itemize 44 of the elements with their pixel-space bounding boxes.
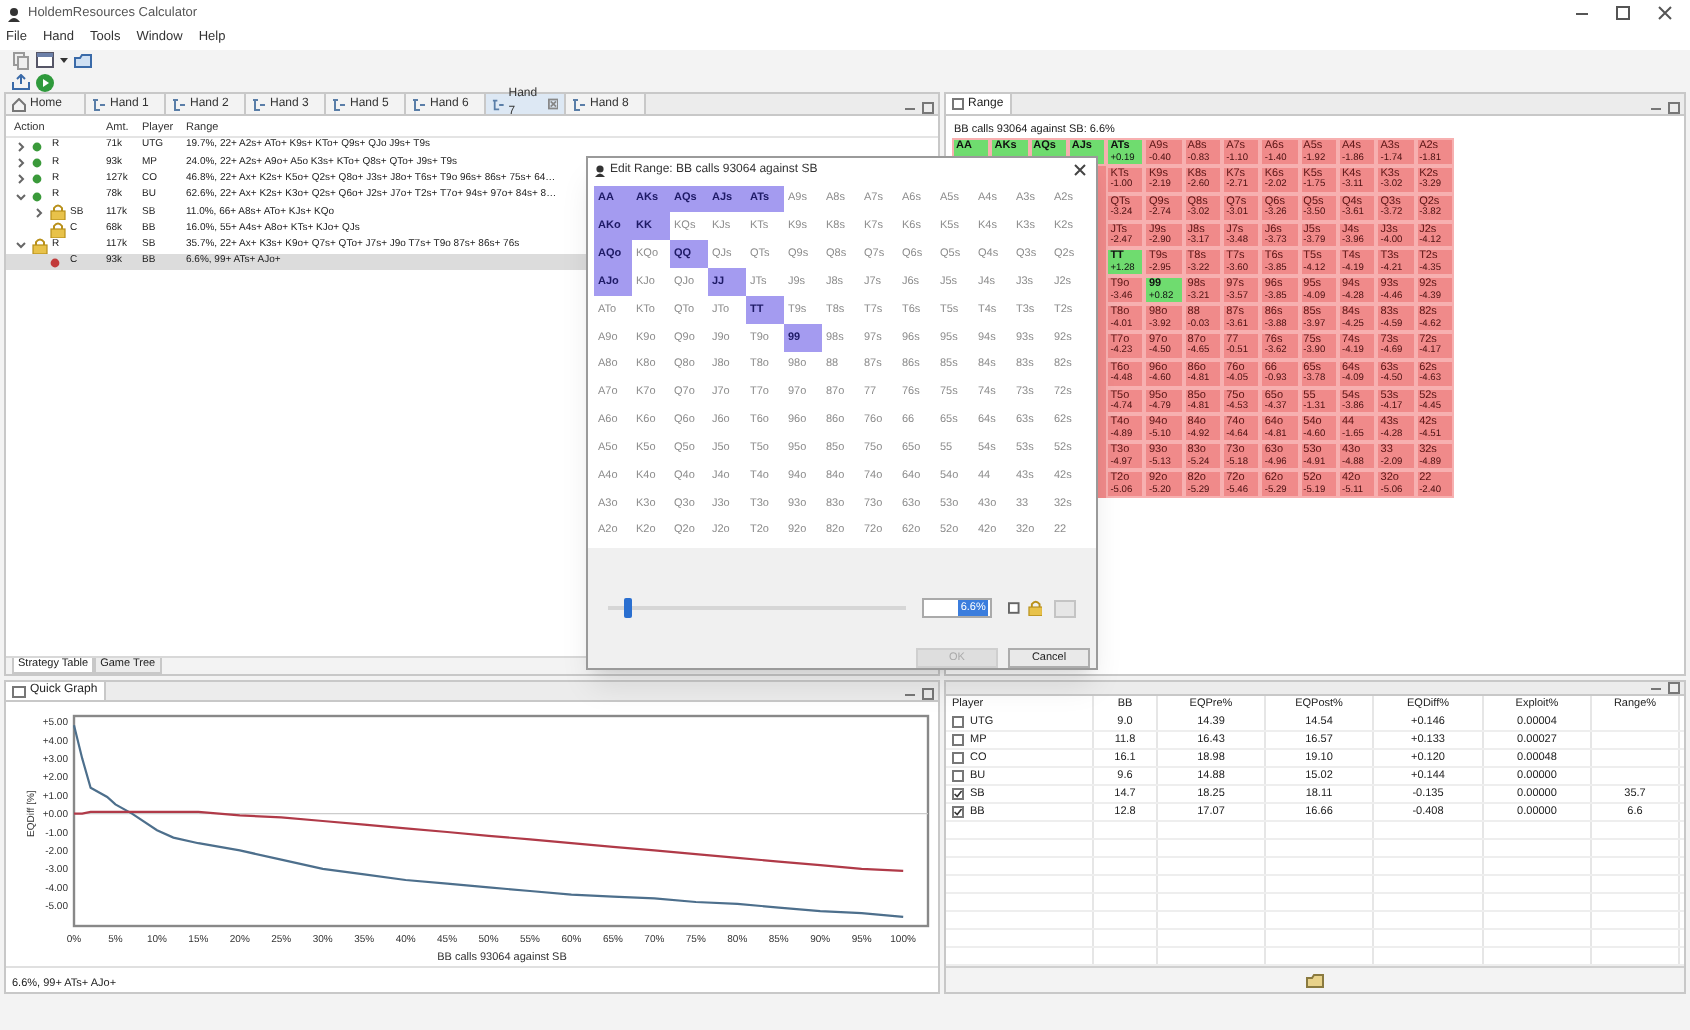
slider-thumb[interactable]	[623, 598, 632, 619]
node-icon	[332, 97, 346, 111]
node-icon	[412, 97, 426, 111]
maximize-icon[interactable]	[1616, 6, 1630, 20]
caret-icon[interactable]	[60, 57, 68, 63]
window-icon[interactable]	[36, 52, 54, 68]
checkbox[interactable]	[952, 805, 964, 818]
chevron-right-icon[interactable]	[16, 174, 26, 185]
node-icon	[572, 97, 586, 111]
lock-icon	[1027, 600, 1043, 617]
chevron-right-icon[interactable]	[16, 141, 26, 152]
maximize-icon[interactable]	[1668, 102, 1680, 114]
node-icon	[92, 97, 106, 111]
minimize-icon[interactable]	[1650, 682, 1662, 694]
chevron-down-icon[interactable]	[16, 191, 26, 202]
node-icon	[252, 97, 266, 111]
checkbox[interactable]	[952, 787, 964, 800]
close-icon[interactable]	[1658, 6, 1672, 20]
minimize-icon[interactable]	[1650, 102, 1662, 114]
app-icon	[594, 163, 606, 178]
checkbox[interactable]	[952, 715, 964, 728]
copy-icon[interactable]	[12, 51, 30, 69]
app-icon	[6, 5, 22, 21]
minimize-icon[interactable]	[904, 102, 916, 114]
export-icon[interactable]	[12, 74, 30, 90]
checkbox[interactable]	[952, 769, 964, 782]
node-icon	[172, 97, 186, 111]
node-icon	[492, 97, 505, 111]
checkbox[interactable]	[952, 751, 964, 764]
maximize-icon[interactable]	[1668, 682, 1680, 694]
chart-icon	[12, 685, 26, 697]
maximize-icon[interactable]	[922, 102, 934, 114]
chevron-down-icon[interactable]	[16, 240, 26, 251]
folder-icon[interactable]	[1306, 971, 1324, 988]
play-icon[interactable]	[36, 73, 54, 91]
checkbox[interactable]	[1007, 602, 1020, 615]
checkbox[interactable]	[952, 733, 964, 746]
home-icon	[12, 97, 26, 111]
close-icon[interactable]	[1074, 164, 1086, 177]
chevron-right-icon[interactable]	[34, 207, 44, 218]
maximize-icon[interactable]	[922, 688, 934, 700]
chevron-right-icon[interactable]	[16, 157, 26, 168]
grid-icon	[952, 98, 964, 110]
minimize-icon[interactable]	[904, 688, 916, 700]
